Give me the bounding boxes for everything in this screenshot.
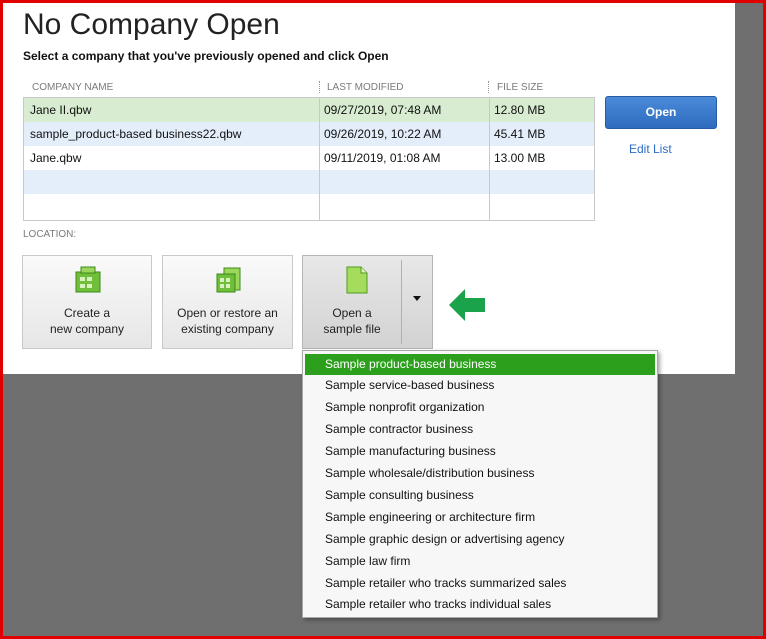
table-row[interactable]: Jane.qbw 09/11/2019, 01:08 AM 13.00 MB xyxy=(24,146,594,170)
menu-item-law-firm[interactable]: Sample law firm xyxy=(305,551,655,572)
column-divider xyxy=(319,98,320,220)
company-name-cell: Jane.qbw xyxy=(30,151,82,165)
column-header-file-size[interactable]: FILE SIZE xyxy=(497,82,543,93)
menu-item-contractor[interactable]: Sample contractor business xyxy=(305,419,655,440)
menu-item-consulting[interactable]: Sample consulting business xyxy=(305,485,655,506)
column-divider[interactable] xyxy=(488,81,489,93)
column-divider xyxy=(489,98,490,220)
instructions-text: Select a company that you've previously … xyxy=(23,49,389,63)
location-label: LOCATION: xyxy=(23,229,77,240)
green-arrow-icon xyxy=(449,289,485,321)
last-modified-cell: 09/26/2019, 10:22 AM xyxy=(324,127,442,141)
page-title: No Company Open xyxy=(23,8,280,41)
new-company-icon xyxy=(75,266,101,293)
create-tile-line2: new company xyxy=(49,322,125,336)
restore-company-icon xyxy=(216,267,241,293)
table-header: COMPANY NAME LAST MODIFIED FILE SIZE xyxy=(23,79,595,97)
empty-table-row xyxy=(24,170,594,194)
menu-item-graphic-design[interactable]: Sample graphic design or advertising age… xyxy=(305,529,655,550)
last-modified-cell: 09/11/2019, 01:08 AM xyxy=(324,151,441,165)
file-size-cell: 45.41 MB xyxy=(494,127,546,141)
column-divider[interactable] xyxy=(319,81,320,93)
company-list-table: COMPANY NAME LAST MODIFIED FILE SIZE Jan… xyxy=(23,79,595,221)
restore-tile-line1: Open or restore an xyxy=(177,306,278,320)
open-button[interactable]: Open xyxy=(605,96,717,129)
last-modified-cell: 09/27/2019, 07:48 AM xyxy=(324,103,442,117)
empty-table-row xyxy=(24,194,594,218)
restore-tile-line2: existing company xyxy=(181,322,274,336)
table-row[interactable]: Jane II.qbw 09/27/2019, 07:48 AM 12.80 M… xyxy=(24,98,594,122)
table-row[interactable]: sample_product-based business22.qbw 09/2… xyxy=(24,122,594,146)
column-header-last-modified[interactable]: LAST MODIFIED xyxy=(327,82,404,93)
menu-item-nonprofit[interactable]: Sample nonprofit organization xyxy=(305,397,655,418)
table-body: Jane II.qbw 09/27/2019, 07:48 AM 12.80 M… xyxy=(23,97,595,221)
chevron-down-icon xyxy=(413,296,421,301)
sample-dropdown-arrow-button[interactable] xyxy=(402,256,432,348)
company-name-cell: Jane II.qbw xyxy=(30,103,92,117)
menu-item-product-based[interactable]: Sample product-based business xyxy=(305,354,655,375)
menu-item-retailer-summarized[interactable]: Sample retailer who tracks summarized sa… xyxy=(305,573,655,594)
menu-item-wholesale-distribution[interactable]: Sample wholesale/distribution business xyxy=(305,463,655,484)
sample-file-menu: Sample product-based business Sample ser… xyxy=(302,350,658,618)
sample-tile-line2: sample file xyxy=(323,322,381,336)
sample-file-icon xyxy=(346,266,368,294)
menu-item-service-based[interactable]: Sample service-based business xyxy=(305,375,655,396)
file-size-cell: 13.00 MB xyxy=(494,151,546,165)
menu-item-retailer-individual[interactable]: Sample retailer who tracks individual sa… xyxy=(305,594,655,615)
create-tile-line1: Create a xyxy=(63,306,111,320)
company-name-cell: sample_product-based business22.qbw xyxy=(30,127,242,141)
open-sample-file-button[interactable]: Open a sample file xyxy=(302,255,433,349)
create-new-company-button[interactable]: Create a new company xyxy=(22,255,152,349)
edit-list-link[interactable]: Edit List xyxy=(629,142,672,156)
menu-item-engineering-architecture[interactable]: Sample engineering or architecture firm xyxy=(305,507,655,528)
sample-tile-line1: Open a xyxy=(332,306,372,320)
open-restore-company-button[interactable]: Open or restore an existing company xyxy=(162,255,293,349)
menu-item-manufacturing[interactable]: Sample manufacturing business xyxy=(305,441,655,462)
no-company-open-dialog: No Company Open Select a company that yo… xyxy=(3,3,735,374)
file-size-cell: 12.80 MB xyxy=(494,103,546,117)
column-header-company-name[interactable]: COMPANY NAME xyxy=(32,82,113,93)
